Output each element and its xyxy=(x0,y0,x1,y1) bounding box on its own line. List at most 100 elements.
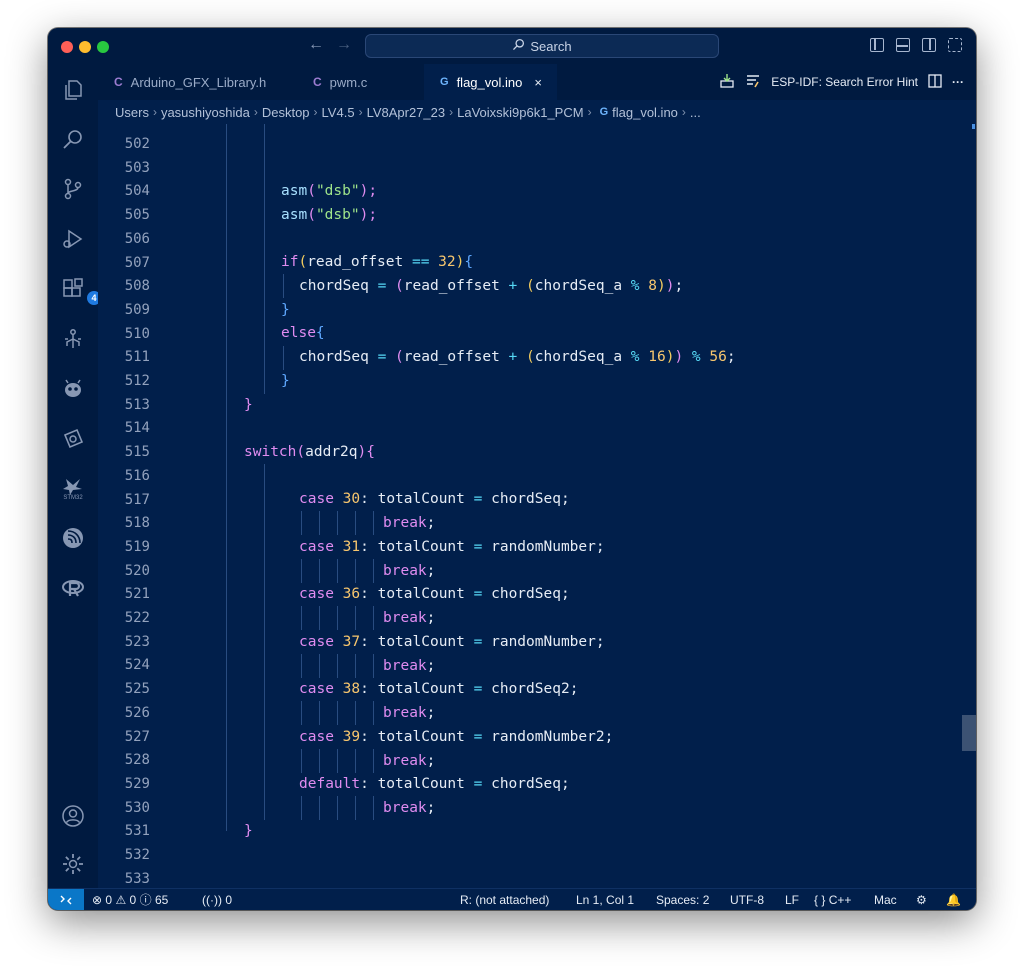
split-editor-icon[interactable] xyxy=(928,73,942,91)
breadcrumb-item[interactable]: LV8Apr27_23 xyxy=(367,105,446,120)
identifier: totalCount xyxy=(377,633,465,650)
back-arrow-icon[interactable]: ← xyxy=(308,37,324,53)
r-language-icon[interactable] xyxy=(61,576,85,600)
forward-arrow-icon[interactable]: → xyxy=(336,37,352,53)
line-number: 516 xyxy=(124,467,150,484)
indent-guide xyxy=(283,274,284,298)
paren-close: ) xyxy=(674,349,684,365)
espressif-icon[interactable] xyxy=(61,427,85,451)
breadcrumb-item[interactable]: LaVoixski9p6k1_PCM xyxy=(457,105,583,120)
operator: = xyxy=(473,776,483,792)
indent-guide xyxy=(319,511,320,535)
identifier: randomNumber xyxy=(491,538,596,555)
tab-flag-vol-ino[interactable]: G flag_vol.ino × xyxy=(424,64,557,100)
encoding-status[interactable]: UTF-8 xyxy=(730,889,764,910)
tab-label: flag_vol.ino xyxy=(456,74,523,90)
status-bar: ⊗ 0 ⚠ 0 ⓘ 65 ((·)) 0 R: (not attached) L… xyxy=(48,888,976,910)
break-keyword: break xyxy=(383,752,427,769)
close-tab-icon[interactable]: × xyxy=(534,75,542,90)
semicolon: ; xyxy=(426,562,436,579)
tab-arduino-gfx-library[interactable]: C Arduino_GFX_Library.h xyxy=(98,64,295,100)
semicolon: ; xyxy=(426,800,436,816)
vertical-scroll-thumb[interactable] xyxy=(962,715,976,751)
toggle-primary-sidebar-icon[interactable] xyxy=(870,38,884,52)
break-keyword: break xyxy=(383,610,427,626)
cursor-position[interactable]: Ln 1, Col 1 xyxy=(576,889,634,910)
language-mode[interactable]: { } C++ xyxy=(814,889,851,910)
line-number: 515 xyxy=(124,444,150,461)
vertical-scrollbar[interactable] xyxy=(962,124,976,888)
code-line-530: } xyxy=(244,823,253,839)
manage-gear-icon[interactable] xyxy=(61,852,85,876)
eol-status[interactable]: LF xyxy=(785,889,799,910)
identifier: chordSeq xyxy=(491,491,561,507)
minimize-window-button[interactable] xyxy=(79,41,91,53)
platformio-icon[interactable] xyxy=(61,327,85,351)
break-keyword: break xyxy=(383,515,427,531)
tab-pwm-c[interactable]: C pwm.c xyxy=(297,64,421,100)
indent-guide xyxy=(301,701,302,725)
info-icon: ⓘ xyxy=(139,893,152,907)
semicolon: ; xyxy=(426,515,436,531)
toggle-secondary-sidebar-icon[interactable] xyxy=(922,38,936,52)
c-file-icon: C xyxy=(313,75,322,89)
semicolon: ; xyxy=(569,681,579,697)
indent-guide xyxy=(373,796,374,820)
line-number: 526 xyxy=(124,704,150,721)
customize-layout-icon[interactable] xyxy=(948,38,962,52)
case-keyword: case xyxy=(299,491,334,507)
breadcrumb-item[interactable]: yasushiyoshida xyxy=(161,105,250,120)
info-count: 65 xyxy=(154,893,169,907)
explorer-icon[interactable] xyxy=(61,78,85,102)
extensions-icon[interactable]: 4 xyxy=(61,277,101,305)
close-window-button[interactable] xyxy=(61,41,73,53)
breadcrumb-item[interactable]: Desktop xyxy=(262,105,310,120)
esp-idf-flash-icon[interactable] xyxy=(719,73,735,92)
line-number: 532 xyxy=(124,847,150,863)
run-and-debug-icon[interactable] xyxy=(61,227,85,251)
zoom-window-button[interactable] xyxy=(97,41,109,53)
string-literal: "dsb" xyxy=(315,183,360,199)
identifier: chordSeq2 xyxy=(491,681,570,697)
breadcrumb-item[interactable]: ... xyxy=(690,105,701,120)
remote-window-button[interactable] xyxy=(48,889,84,910)
stm32-icon[interactable]: STM32 xyxy=(61,474,85,501)
breadcrumb-separator: › xyxy=(152,105,157,119)
breadcrumb-item[interactable]: Users xyxy=(115,105,149,120)
indent-guide xyxy=(355,796,356,820)
espressif-logo-icon[interactable] xyxy=(61,526,85,550)
esp-idf-search-error-hint[interactable]: ESP-IDF: Search Error Hint xyxy=(771,75,918,89)
case-number: 38 xyxy=(342,681,361,697)
esp-idf-hint-icon[interactable] xyxy=(745,73,761,92)
search-icon[interactable] xyxy=(61,127,85,151)
if-keyword: if xyxy=(281,254,299,270)
platform-status[interactable]: Mac xyxy=(874,889,897,910)
identifier: totalCount xyxy=(377,491,465,507)
indent-guide xyxy=(373,701,374,725)
colon: : xyxy=(360,728,369,745)
indentation-status[interactable]: Spaces: 2 xyxy=(656,889,709,910)
semicolon: ; xyxy=(674,278,684,294)
r-debugger-status[interactable]: R: (not attached) xyxy=(460,889,549,910)
case-keyword: case xyxy=(299,681,334,697)
breadcrumb-item[interactable]: flag_vol.ino xyxy=(612,105,678,120)
colon: : xyxy=(360,491,369,507)
more-actions-icon[interactable]: ··· xyxy=(952,75,964,89)
source-control-icon[interactable] xyxy=(61,177,85,201)
semicolon: ; xyxy=(604,728,614,745)
alien-extension-icon[interactable] xyxy=(61,377,85,401)
line-number: 533 xyxy=(124,870,150,887)
feedback-icon[interactable]: ⚙ xyxy=(916,889,927,910)
identifier: read_offset xyxy=(307,254,412,270)
problems-status[interactable]: ⊗ 0 ⚠ 0 ⓘ 65 xyxy=(92,889,168,910)
code-editor[interactable]: 502 503 504 505 506 507 508 509 510 511 512 513 514 5… xyxy=(98,124,976,888)
accounts-icon[interactable] xyxy=(61,804,85,828)
toggle-panel-icon[interactable] xyxy=(896,38,910,52)
error-icon: ⊗ xyxy=(92,893,103,907)
indent-guide xyxy=(337,558,338,583)
semicolon: ; xyxy=(560,491,570,507)
notifications-bell-icon[interactable]: 🔔 xyxy=(946,889,961,910)
breadcrumb-item[interactable]: LV4.5 xyxy=(322,105,355,120)
ports-status[interactable]: ((·)) 0 xyxy=(202,889,232,910)
command-center-search[interactable]: Search xyxy=(365,34,719,58)
